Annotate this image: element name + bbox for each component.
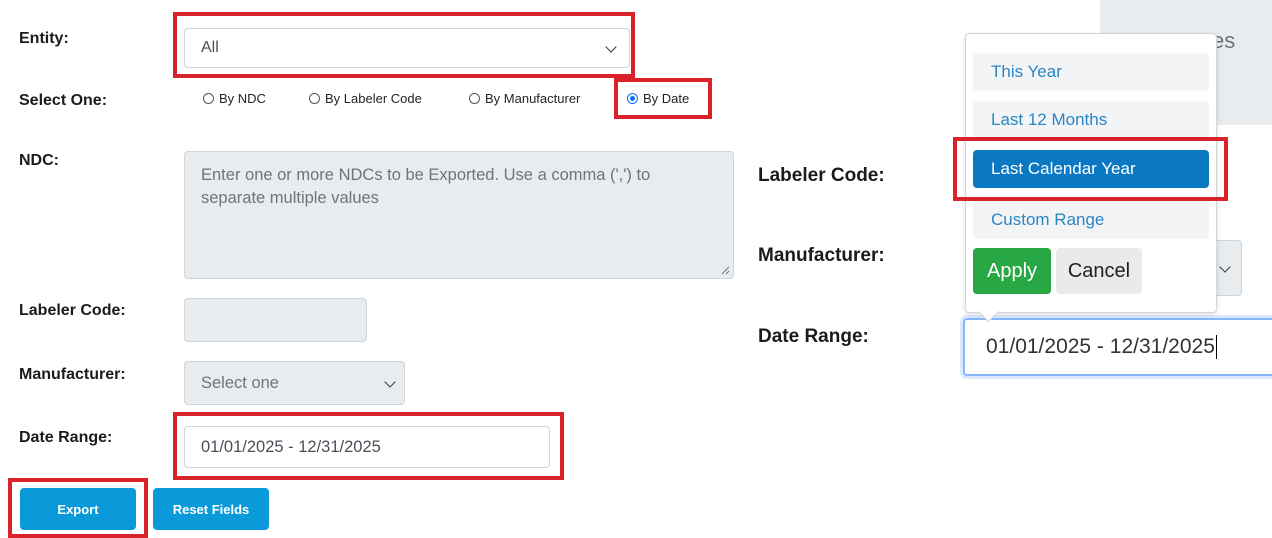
radio-by-ndc[interactable]: By NDC — [203, 91, 266, 106]
cancel-button[interactable]: Cancel — [1056, 248, 1142, 294]
range-custom-range[interactable]: Custom Range — [973, 201, 1209, 239]
radio-by-manufacturer-label: By Manufacturer — [485, 91, 581, 106]
export-highlight — [8, 478, 148, 538]
labeler-code-input[interactable] — [184, 298, 367, 342]
manufacturer-label: Manufacturer: — [19, 366, 126, 383]
labeler-code-label-zoom: Labeler Code: — [758, 165, 885, 186]
manufacturer-select-value: Select one — [201, 373, 279, 392]
radio-circle-icon — [309, 93, 320, 104]
apply-button[interactable]: Apply — [973, 248, 1051, 294]
chevron-down-icon — [1219, 261, 1231, 273]
text-cursor — [1215, 335, 1217, 359]
manufacturer-label-zoom: Manufacturer: — [758, 245, 885, 266]
select-one-label: Select One: — [19, 92, 108, 109]
last-calendar-year-highlight — [953, 137, 1228, 201]
radio-by-labeler-code[interactable]: By Labeler Code — [309, 91, 422, 106]
chevron-down-icon — [384, 376, 396, 388]
date-range-label: Date Range: — [19, 429, 113, 446]
date-range-label-zoom: Date Range: — [758, 326, 869, 347]
range-last-12-months[interactable]: Last 12 Months — [973, 101, 1209, 139]
radio-circle-icon — [469, 93, 480, 104]
reset-fields-button[interactable]: Reset Fields — [153, 488, 269, 530]
labeler-code-label: Labeler Code: — [19, 302, 126, 319]
ndc-textarea[interactable]: Enter one or more NDCs to be Exported. U… — [184, 151, 734, 279]
radio-by-ndc-label: By NDC — [219, 91, 266, 106]
entity-highlight — [173, 12, 635, 78]
date-range-input-zoom[interactable]: 01/01/2025 - 12/31/2025 — [963, 318, 1272, 376]
radio-by-labeler-code-label: By Labeler Code — [325, 91, 422, 106]
resize-handle-icon[interactable] — [721, 266, 730, 275]
date-range-highlight — [173, 412, 564, 480]
ndc-label: NDC: — [19, 152, 59, 169]
radio-by-manufacturer[interactable]: By Manufacturer — [469, 91, 580, 106]
radio-circle-icon — [203, 93, 214, 104]
entity-label: Entity: — [19, 30, 69, 47]
range-this-year[interactable]: This Year — [973, 53, 1209, 91]
ndc-placeholder: Enter one or more NDCs to be Exported. U… — [201, 166, 651, 207]
date-range-value-zoom: 01/01/2025 - 12/31/2025 — [986, 335, 1215, 358]
by-date-highlight — [614, 78, 712, 119]
manufacturer-select[interactable]: Select one — [184, 361, 405, 405]
